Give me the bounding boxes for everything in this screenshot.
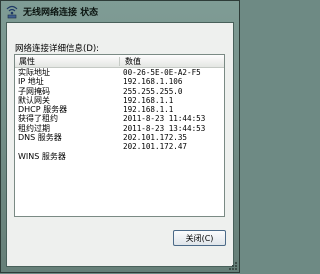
cell-property: IP 地址 [18,77,44,87]
cell-value: 00-26-5E-0E-A2-F5 [123,68,201,77]
cell-property: 获得了租约 [18,114,58,124]
cell-value: 202.101.172.35 [123,133,188,143]
list-row[interactable]: WINS 服务器 [15,152,224,161]
window-title: 无线网络连接 状态 [23,7,99,18]
list-row[interactable]: 获得了租约 2011-8-23 11:44:53 [15,114,224,123]
column-divider[interactable] [119,57,120,66]
list-row[interactable]: 租约过期 2011-8-23 13:44:53 [15,124,224,133]
list-rows: 实际地址 00-26-5E-0E-A2-F5 IP 地址 192.168.1.106… [15,68,224,161]
cell-property: DNS 服务器 [18,133,62,143]
cell-property: WINS 服务器 [18,151,66,161]
cell-value: 255.255.255.0 [123,86,183,96]
cell-property: 租约过期 [18,123,50,133]
list-header: 属性 数值 [15,55,224,68]
status-window: 无线网络连接 状态 网络连接详细信息(D): 属性 数值 实际地址 00-26-5… [0,0,240,273]
details-list[interactable]: 属性 数值 实际地址 00-26-5E-0E-A2-F5 IP 地址 192.168… [14,54,225,217]
details-group-label: 网络连接详细信息(D): [15,44,100,54]
title-bar[interactable]: 无线网络连接 状态 [1,1,239,21]
cell-property: 实际地址 [18,68,50,77]
list-row[interactable]: 子网掩码 255.255.255.0 [15,87,224,96]
cell-value: 202.101.172.47 [123,142,188,152]
cell-value: 2011-8-23 13:44:53 [123,123,206,133]
column-header-property[interactable]: 属性 [19,56,35,67]
dialog-client-area: 网络连接详细信息(D): 属性 数值 实际地址 00-26-5E-0E-A2-F5… [6,22,234,267]
list-row[interactable]: 202.101.172.47 [15,142,224,151]
cell-value: 192.168.1.1 [123,105,174,115]
list-row[interactable]: 默认网关 192.168.1.1 [15,96,224,105]
list-row[interactable]: IP 地址 192.168.1.106 [15,77,224,86]
list-row[interactable]: 实际地址 00-26-5E-0E-A2-F5 [15,68,224,77]
cell-value: 2011-8-23 11:44:53 [123,114,206,124]
cell-property: 子网掩码 [18,86,50,96]
cell-property: 默认网关 [18,95,50,105]
resize-grip-icon[interactable] [228,261,238,271]
close-button[interactable]: 关闭(C) [173,230,226,246]
cell-value: 192.168.1.106 [123,77,183,87]
wireless-network-icon [4,3,20,19]
cell-value: 192.168.1.1 [123,95,174,105]
list-row[interactable]: DNS 服务器 202.101.172.35 [15,133,224,142]
column-header-value[interactable]: 数值 [125,56,141,67]
